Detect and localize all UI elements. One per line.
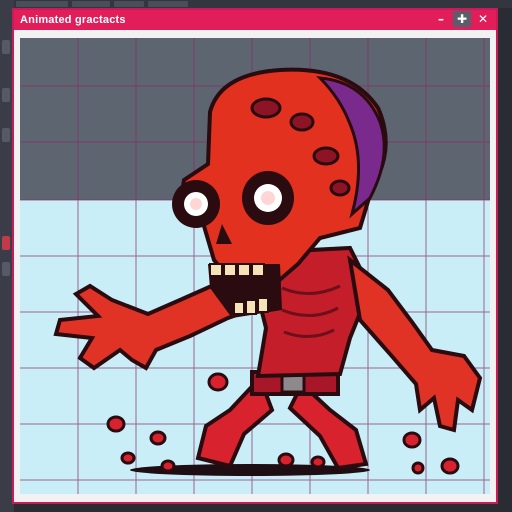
zombie-sprite[interactable] [20,38,490,494]
sidebar-tool [2,236,10,250]
sprite-window: Animated gractacts – ✚ ✕ [12,8,498,504]
close-button[interactable]: ✕ [474,11,492,27]
move-button[interactable]: ✚ [453,11,471,27]
background-tab [148,1,188,7]
minimize-button[interactable]: – [432,11,450,27]
background-tab [114,1,144,7]
sprite-canvas[interactable] [20,38,490,494]
sidebar-tool [2,128,10,142]
window-title: Animated gractacts [20,14,126,26]
sidebar-tool [2,262,10,276]
background-tab [72,1,110,7]
window-controls: – ✚ ✕ [432,11,492,27]
sidebar-tool [2,40,10,54]
background-toolbar [0,0,512,8]
sidebar-tool [2,88,10,102]
background-tab [16,1,68,7]
title-bar[interactable]: Animated gractacts – ✚ ✕ [14,10,496,30]
